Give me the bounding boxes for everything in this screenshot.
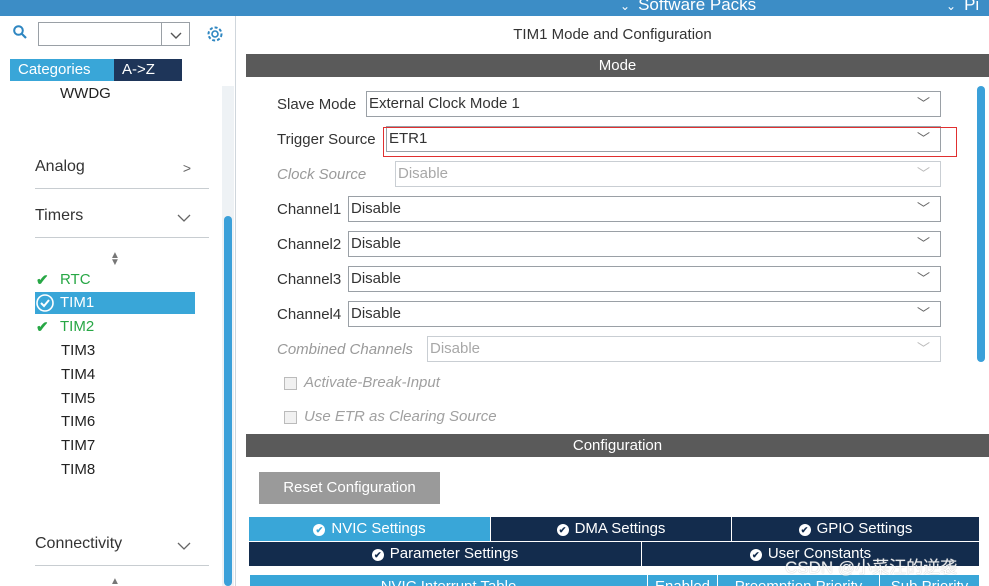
use-etr-clearing-label: Use ETR as Clearing Source <box>304 408 497 425</box>
mode-scrollbar-thumb[interactable] <box>977 86 985 362</box>
pinout-menu[interactable]: ⌄ Pi <box>946 0 979 15</box>
configuration-section-header: Configuration <box>246 434 989 457</box>
chevron-down-icon: ﹀ <box>916 236 930 251</box>
check-circle-icon: ✔ <box>371 549 384 561</box>
sidebar-group-analog[interactable]: Analog > <box>35 158 209 189</box>
check-circle-icon: ✔ <box>556 524 569 536</box>
sidebar-group-timers[interactable]: Timers <box>35 207 209 238</box>
clock-source-select: Disable ﹀ <box>395 161 941 187</box>
tab-dma-settings[interactable]: ✔ DMA Settings <box>491 517 731 541</box>
sidebar-item-tim1[interactable]: TIM1 <box>60 294 94 311</box>
trigger-source-label: Trigger Source <box>277 131 376 148</box>
chevron-down-icon: ﹀ <box>916 306 930 321</box>
check-circle-icon: ✔ <box>313 524 326 536</box>
combined-channels-label: Combined Channels <box>277 341 413 358</box>
tab-categories[interactable]: Categories <box>10 59 114 81</box>
clock-source-label: Clock Source <box>277 166 367 183</box>
sort-icon[interactable]: ▲ <box>110 576 120 586</box>
search-dropdown-button[interactable] <box>162 22 190 46</box>
chevron-down-icon: ﹀ <box>916 201 930 216</box>
chevron-down-icon: ﹀ <box>916 271 930 286</box>
activate-break-input-checkbox[interactable] <box>284 377 297 390</box>
check-circle-icon: ✔ <box>749 549 762 561</box>
mode-configuration-panel: TIM1 Mode and Configuration Mode Slave M… <box>246 16 989 586</box>
enabled-column-header: Enabled <box>647 575 717 586</box>
check-icon: ✔ <box>36 272 49 289</box>
sidebar-group-connectivity[interactable]: Connectivity <box>35 535 209 566</box>
tab-nvic-settings[interactable]: ✔ NVIC Settings <box>249 517 490 541</box>
chevron-down-icon: ⌄ <box>620 0 631 13</box>
search-row <box>0 16 235 56</box>
sidebar-item-wwdg[interactable]: WWDG <box>60 85 111 102</box>
channel4-label: Channel4 <box>277 306 342 323</box>
slave-mode-select[interactable]: External Clock Mode 1 ﹀ <box>366 91 941 117</box>
chevron-down-icon: ﹀ <box>916 166 930 181</box>
tab-gpio-settings[interactable]: ✔ GPIO Settings <box>732 517 979 541</box>
reset-configuration-button[interactable]: Reset Configuration <box>259 472 440 504</box>
tim1-selection-highlight <box>35 292 195 314</box>
gear-icon[interactable] <box>205 24 225 44</box>
tab-parameter-settings[interactable]: ✔ Parameter Settings <box>249 542 641 566</box>
sidebar-item-tim5[interactable]: TIM5 <box>61 390 95 407</box>
channel2-label: Channel2 <box>277 236 342 253</box>
sidebar-item-tim3[interactable]: TIM3 <box>61 342 95 359</box>
activate-break-input-label: Activate-Break-Input <box>304 374 440 391</box>
channel3-select[interactable]: Disable ﹀ <box>348 266 941 292</box>
combined-channels-select: Disable ﹀ <box>427 336 941 362</box>
mode-section-header: Mode <box>246 54 989 77</box>
chevron-down-icon <box>177 214 191 222</box>
sidebar-item-tim8[interactable]: TIM8 <box>61 461 95 478</box>
tab-a-to-z[interactable]: A->Z <box>114 59 182 81</box>
sidebar-item-rtc[interactable]: RTC <box>60 271 91 288</box>
chevron-down-icon: ﹀ <box>916 96 930 111</box>
sort-icon[interactable]: ▲ ▼ <box>110 251 120 268</box>
slave-mode-label: Slave Mode <box>277 96 357 113</box>
chevron-down-icon <box>170 32 182 39</box>
channel1-label: Channel1 <box>277 201 342 218</box>
channel2-select[interactable]: Disable ﹀ <box>348 231 941 257</box>
software-packs-menu[interactable]: ⌄ Software Packs <box>620 0 756 15</box>
categories-sidebar: Categories A->Z WWDG Analog > Timers ▲ ▼ … <box>0 16 236 586</box>
channel1-select[interactable]: Disable ﹀ <box>348 196 941 222</box>
chevron-down-icon: ﹀ <box>916 341 930 356</box>
chevron-down-icon: ⌄ <box>946 0 957 13</box>
panel-title: TIM1 Mode and Configuration <box>513 26 712 43</box>
search-icon[interactable] <box>13 25 27 39</box>
check-circle-icon <box>36 294 54 312</box>
sidebar-item-tim6[interactable]: TIM6 <box>61 413 95 430</box>
search-input[interactable] <box>38 22 162 46</box>
check-circle-icon: ✔ <box>798 524 811 536</box>
highlight-annotation <box>383 127 957 157</box>
sidebar-scrollbar-thumb[interactable] <box>224 216 232 586</box>
sidebar-item-tim4[interactable]: TIM4 <box>61 366 95 383</box>
top-menu-bar: ⌄ Software Packs ⌄ Pi <box>0 0 989 16</box>
channel3-label: Channel3 <box>277 271 342 288</box>
chevron-down-icon <box>177 542 191 550</box>
sidebar-item-tim2[interactable]: TIM2 <box>60 318 94 335</box>
check-icon: ✔ <box>36 319 49 336</box>
use-etr-clearing-checkbox[interactable] <box>284 411 297 424</box>
chevron-right-icon: > <box>182 160 191 176</box>
watermark-text: CSDN @小菜汪的逆袭 <box>785 558 958 577</box>
sidebar-item-tim7[interactable]: TIM7 <box>61 437 95 454</box>
nvic-table-header: NVIC Interrupt Table <box>249 575 647 586</box>
channel4-select[interactable]: Disable ﹀ <box>348 301 941 327</box>
